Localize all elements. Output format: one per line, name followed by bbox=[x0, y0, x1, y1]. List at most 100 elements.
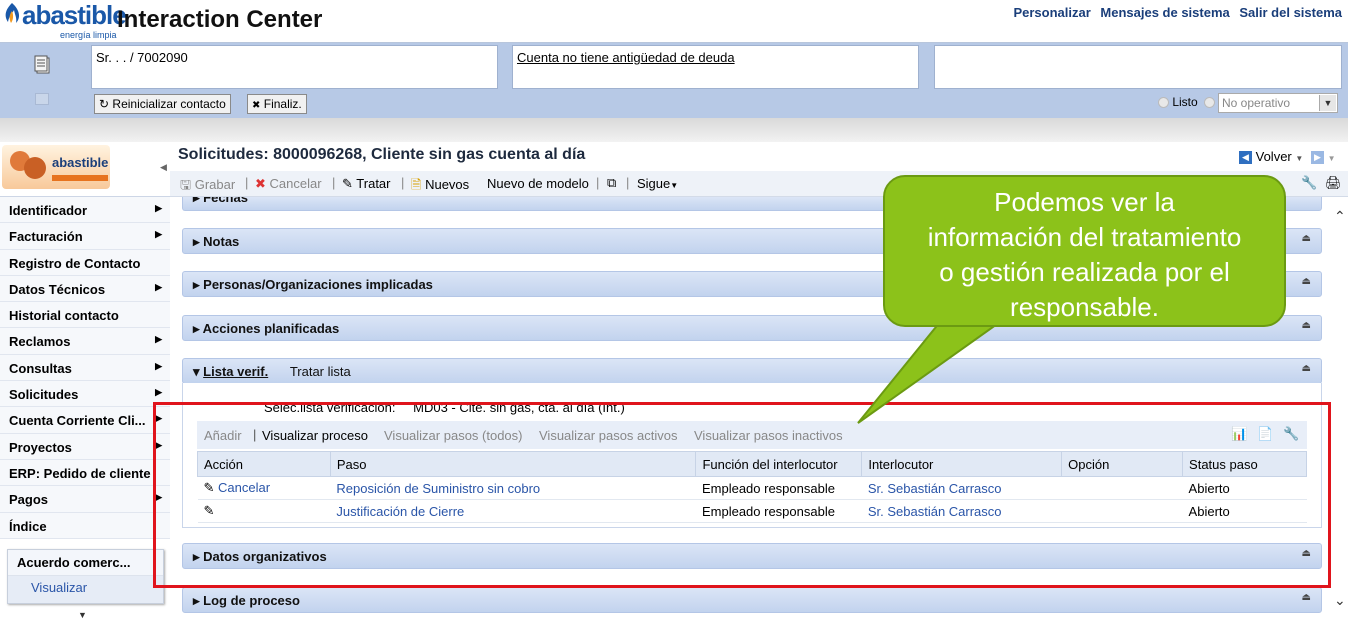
callout-line: información del tratamiento bbox=[927, 222, 1242, 252]
expand-icon: ▸ bbox=[193, 197, 200, 205]
new-button[interactable]: 🗎 Nuevos bbox=[411, 176, 469, 198]
toolbar-divider: | bbox=[332, 175, 336, 190]
scroll-up-icon[interactable]: ⌃ bbox=[1334, 208, 1346, 225]
chevron-right-icon: ▶ bbox=[155, 334, 162, 345]
callout-line: responsable. bbox=[1010, 292, 1159, 322]
next-button[interactable]: Sigue▼ bbox=[637, 176, 678, 191]
contact-box: Sr. . . / 7002090 bbox=[91, 45, 498, 89]
section-personas-label: Personas/Organizaciones implicadas bbox=[203, 277, 433, 292]
sidebar-item-label: Cuenta Corriente Cli... bbox=[9, 413, 146, 429]
expand-icon: ▸ bbox=[193, 593, 200, 608]
sidebar-item-label: Proyectos bbox=[9, 439, 72, 455]
top-bar: abastible energía limpia Interaction Cen… bbox=[0, 0, 1348, 43]
collapse-icon[interactable]: ⏏ bbox=[1302, 363, 1311, 374]
finish-label: Finaliz. bbox=[263, 97, 302, 111]
sidebar-item[interactable]: Índice bbox=[0, 512, 170, 539]
sidebar-item[interactable]: Solicitudes ▶ bbox=[0, 381, 170, 408]
collapse-icon[interactable]: ⏏ bbox=[1302, 233, 1311, 244]
sidebar-item-label: Datos Técnicos bbox=[9, 281, 106, 297]
personalize-icon[interactable]: 🔧 bbox=[1301, 175, 1317, 191]
back-dropdown-icon[interactable]: ▼ bbox=[1295, 154, 1303, 163]
chevron-right-icon: ▶ bbox=[155, 229, 162, 240]
status-listo[interactable]: Listo bbox=[1158, 95, 1216, 109]
sidebar-panel: Acuerdo comerc... Visualizar bbox=[7, 549, 164, 604]
document-icon[interactable] bbox=[33, 55, 53, 75]
tratar-lista-button[interactable]: Tratar lista bbox=[290, 364, 351, 379]
copy-icon[interactable]: ⧉ bbox=[607, 175, 616, 191]
section-notas-label: Notas bbox=[203, 234, 240, 249]
back-button[interactable]: ◀ Volver ▼ ▶ ▼ bbox=[1239, 149, 1336, 165]
collapse-icon[interactable]: ⏏ bbox=[1302, 592, 1311, 603]
sidebar-item[interactable]: Identificador ▶ bbox=[0, 197, 170, 224]
sidebar-item-label: Historial contacto bbox=[9, 308, 119, 324]
sidebar-item[interactable]: Registro de Contacto bbox=[0, 249, 170, 276]
section-log[interactable]: ▸ Log de proceso ⏏ bbox=[182, 587, 1322, 613]
chevron-right-icon: ▶ bbox=[155, 281, 162, 292]
section-lista[interactable]: ▾ Lista verif. Tratar lista ⏏ bbox=[182, 358, 1322, 384]
scroll-down-icon[interactable]: ▼ bbox=[78, 610, 87, 620]
chevron-down-icon[interactable]: ▼ bbox=[1319, 95, 1336, 111]
panel-link[interactable]: Visualizar bbox=[8, 576, 163, 603]
debt-message[interactable]: Cuenta no tiene antigüedad de deuda bbox=[517, 50, 735, 65]
toolbar-divider: | bbox=[626, 175, 630, 190]
sidebar-item[interactable]: Facturación ▶ bbox=[0, 223, 170, 250]
new-model-button[interactable]: Nuevo de modelo bbox=[487, 176, 589, 191]
status-listo-label: Listo bbox=[1172, 95, 1198, 109]
sidebar-item[interactable]: Pagos ▶ bbox=[0, 486, 170, 513]
finish-button[interactable]: ✖ Finaliz. bbox=[247, 94, 307, 114]
reset-contact-label: Reinicializar contacto bbox=[112, 97, 226, 111]
print-icon[interactable]: 🖨 bbox=[1325, 175, 1342, 191]
sidebar-item-label: Pagos bbox=[9, 492, 49, 508]
expand-icon: ▸ bbox=[193, 234, 200, 249]
brand-tagline: energía limpia bbox=[60, 30, 117, 40]
save-button[interactable]: 🖫 Grabar bbox=[180, 176, 235, 198]
treat-button[interactable]: ✎ Tratar bbox=[342, 176, 391, 192]
sidebar-logo-area: abastible ◀ bbox=[0, 142, 170, 197]
finish-icon: ✖ bbox=[252, 100, 261, 111]
people-icon-2 bbox=[24, 157, 46, 179]
collapse-sidebar-icon[interactable]: ◀ bbox=[160, 162, 167, 173]
sidebar-item-label: Registro de Contacto bbox=[9, 255, 141, 271]
save-icon: 🖫 bbox=[180, 177, 192, 192]
radio-listo[interactable] bbox=[1158, 97, 1169, 109]
section-acciones-label: Acciones planificadas bbox=[202, 321, 340, 336]
sidebar-item[interactable]: Reclamos ▶ bbox=[0, 328, 170, 355]
sidebar-logo-stripe bbox=[52, 175, 108, 181]
brand-logo: abastible bbox=[22, 0, 127, 30]
sidebar-item-label: Consultas bbox=[9, 360, 72, 376]
section-log-label: Log de proceso bbox=[203, 593, 300, 608]
sidebar-item[interactable]: Datos Técnicos ▶ bbox=[0, 275, 170, 303]
toolbar-divider: | bbox=[596, 175, 600, 190]
sidebar-item[interactable]: ERP: Pedido de cliente bbox=[0, 459, 170, 487]
new-label: Nuevos bbox=[425, 177, 470, 192]
link-personalizar[interactable]: Personalizar bbox=[1013, 5, 1090, 20]
reset-contact-button[interactable]: ↻ Reinicializar contacto bbox=[94, 94, 231, 114]
sidebar-item-label: Facturación bbox=[9, 229, 83, 245]
scroll-down-icon[interactable]: ⌄ bbox=[1334, 592, 1346, 609]
collapse-icon[interactable]: ⏏ bbox=[1302, 320, 1311, 331]
expanded-icon: ▾ bbox=[193, 364, 200, 379]
sidebar-item[interactable]: Cuenta Corriente Cli... ▶ bbox=[0, 407, 170, 434]
toolbar-divider: | bbox=[401, 175, 405, 190]
scrollbar[interactable]: ⌃ ⌄ bbox=[1332, 200, 1348, 620]
chevron-right-icon: ▶ bbox=[155, 360, 162, 371]
context-area: Sr. . . / 7002090 Cuenta no tiene antigü… bbox=[0, 43, 1348, 118]
link-mensajes[interactable]: Mensajes de sistema bbox=[1100, 5, 1229, 20]
page-title: Solicitudes: 8000096268, Cliente sin gas… bbox=[178, 146, 586, 163]
link-salir[interactable]: Salir del sistema bbox=[1239, 5, 1342, 20]
status-select[interactable]: No operativo ▼ bbox=[1218, 93, 1338, 113]
sidebar-item[interactable]: Proyectos ▶ bbox=[0, 433, 170, 460]
forward-dropdown-icon[interactable]: ▼ bbox=[1328, 154, 1336, 163]
sidebar-item[interactable]: Historial contacto bbox=[0, 302, 170, 329]
panel-title[interactable]: Acuerdo comerc... bbox=[8, 550, 163, 576]
sidebar-logo-text: abastible bbox=[52, 155, 109, 170]
sidebar-item[interactable]: Consultas ▶ bbox=[0, 354, 170, 382]
collapse-icon[interactable]: ⏏ bbox=[1302, 276, 1311, 287]
new-doc-icon: 🗎 bbox=[411, 177, 422, 192]
sidebar-item-label: ERP: Pedido de cliente bbox=[9, 465, 151, 481]
forward-icon[interactable]: ▶ bbox=[1310, 151, 1324, 165]
contact-text: Sr. . . / 7002090 bbox=[96, 50, 188, 65]
next-label: Sigue bbox=[637, 176, 671, 191]
cancel-button[interactable]: ✖ Cancelar bbox=[255, 176, 322, 192]
radio-no-operativo[interactable] bbox=[1204, 97, 1216, 109]
